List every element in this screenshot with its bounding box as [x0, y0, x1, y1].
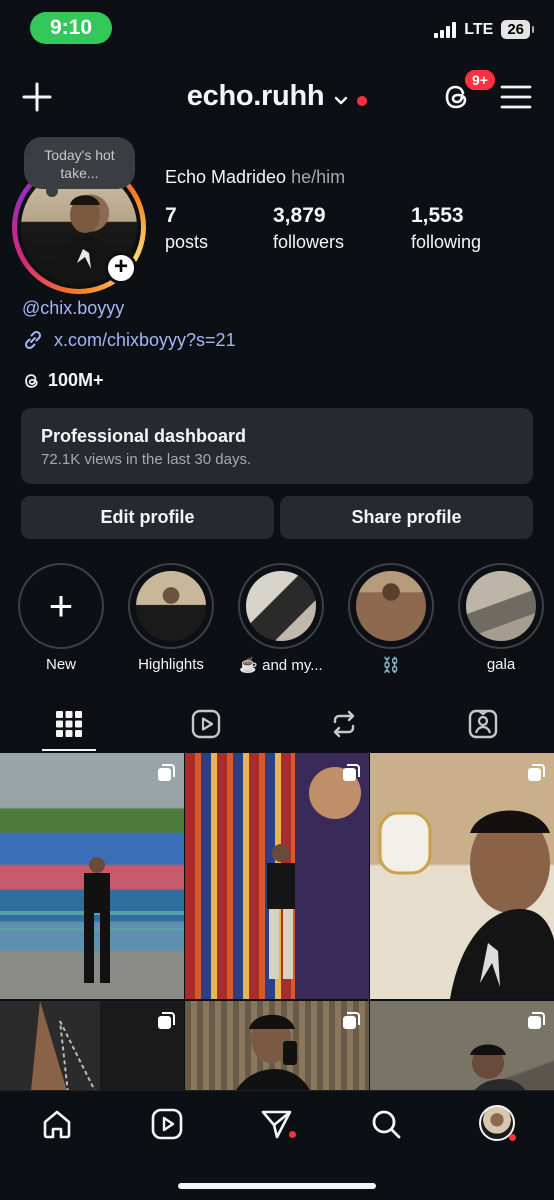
tagged-tab-icon[interactable]: [467, 708, 499, 740]
username-title[interactable]: echo.ruhh: [187, 80, 325, 112]
status-indicators: LTE 26: [434, 20, 534, 39]
carousel-icon: [528, 764, 545, 781]
status-time: 9:10: [30, 12, 112, 44]
plus-icon: +: [48, 582, 74, 629]
grid-tab-icon[interactable]: [53, 708, 85, 740]
posts-grid: [0, 753, 554, 1093]
status-bar: 9:10 LTE 26: [0, 0, 554, 62]
post-thumbnail[interactable]: [370, 1001, 554, 1093]
threads-icon: [25, 373, 38, 388]
highlight-ring: [128, 563, 214, 649]
bio-link-text[interactable]: x.com/chixboyyy?s=21: [54, 330, 236, 351]
stat-following[interactable]: 1,553 following: [411, 204, 481, 253]
professional-dashboard[interactable]: Professional dashboard 72.1K views in th…: [21, 408, 533, 484]
chevron-down-icon[interactable]: [333, 93, 349, 109]
highlight-label: New: [45, 656, 76, 673]
home-icon[interactable]: [40, 1107, 74, 1141]
stat-followers[interactable]: 3,879 followers: [273, 204, 344, 253]
stat-label: posts: [165, 232, 209, 252]
stat-value: 1,553: [411, 204, 464, 227]
stat-value: 7: [165, 204, 177, 227]
signal-icon: [434, 21, 457, 38]
profile-note[interactable]: Today's hot take...: [24, 137, 135, 197]
carousel-icon: [158, 764, 175, 781]
top-nav: echo.ruhh 9+: [0, 68, 554, 124]
post-thumbnail[interactable]: [0, 1001, 184, 1093]
profile-dot: [509, 1134, 516, 1141]
carousel-icon: [343, 764, 360, 781]
active-tab-indicator: [42, 749, 96, 751]
stat-label: followers: [273, 232, 345, 252]
stat-posts[interactable]: 7 posts: [165, 204, 208, 253]
messages-dot: [289, 1131, 296, 1138]
add-story-button[interactable]: +: [105, 252, 137, 284]
share-profile-button[interactable]: Share profile: [280, 496, 533, 539]
direct-messages-icon[interactable]: [259, 1107, 293, 1141]
edit-profile-button[interactable]: Edit profile: [21, 496, 274, 539]
bio-link[interactable]: x.com/chixboyyy?s=21: [22, 329, 236, 351]
post-thumbnail[interactable]: [185, 753, 369, 999]
post-thumbnail[interactable]: [370, 753, 554, 999]
highlight-label: ⛓️: [381, 657, 401, 674]
highlight-label: ☕️ and my...: [239, 657, 323, 674]
stat-value: 3,879: [273, 204, 326, 227]
highlight-label: Highlights: [138, 656, 204, 673]
pronouns: he/him: [291, 167, 346, 187]
highlight-ring: [348, 563, 434, 649]
stat-label: following: [411, 232, 482, 252]
post-thumbnail[interactable]: [0, 753, 184, 999]
home-indicator: [178, 1183, 376, 1189]
mention-link[interactable]: @chix.boyyy: [22, 298, 124, 319]
reels-icon[interactable]: [150, 1107, 184, 1141]
highlight-item[interactable]: gala: [458, 563, 544, 673]
highlight-ring: +: [18, 563, 104, 649]
threads-badge[interactable]: 100M+: [22, 370, 104, 391]
full-name-text: Echo Madrideo: [165, 167, 287, 187]
highlight-ring: [238, 563, 324, 649]
highlight-label: gala: [486, 656, 516, 673]
dashboard-title: Professional dashboard: [41, 426, 247, 446]
highlight-cover: [356, 571, 426, 641]
reposts-tab-icon[interactable]: [328, 708, 360, 740]
search-icon[interactable]: [369, 1107, 403, 1141]
highlight-cover: [246, 571, 316, 641]
highlight-ring: [458, 563, 544, 649]
carousel-icon: [528, 1012, 545, 1029]
reels-tab-icon[interactable]: [190, 708, 222, 740]
highlight-new[interactable]: + New: [18, 563, 104, 673]
threads-followers: 100M+: [48, 370, 104, 390]
highlight-item[interactable]: ⛓️: [348, 563, 434, 674]
full-name: Echo Madrideo he/him: [165, 167, 345, 188]
hamburger-menu-icon[interactable]: [500, 84, 532, 110]
highlight-cover: [136, 571, 206, 641]
dashboard-subtitle: 72.1K views in the last 30 days.: [41, 451, 252, 468]
post-thumbnail[interactable]: [185, 1001, 369, 1093]
carousel-icon: [343, 1012, 360, 1029]
link-icon: [24, 330, 42, 350]
carousel-icon: [158, 1012, 175, 1029]
unread-dot: [357, 95, 368, 106]
notification-badge: 9+: [463, 68, 497, 92]
network-label: LTE: [464, 20, 494, 38]
highlight-item[interactable]: Highlights: [128, 563, 214, 673]
battery-icon: 26: [501, 20, 534, 39]
profile-tabs: [0, 700, 554, 752]
highlight-item[interactable]: ☕️ and my...: [238, 563, 324, 674]
highlight-cover: [466, 571, 536, 641]
